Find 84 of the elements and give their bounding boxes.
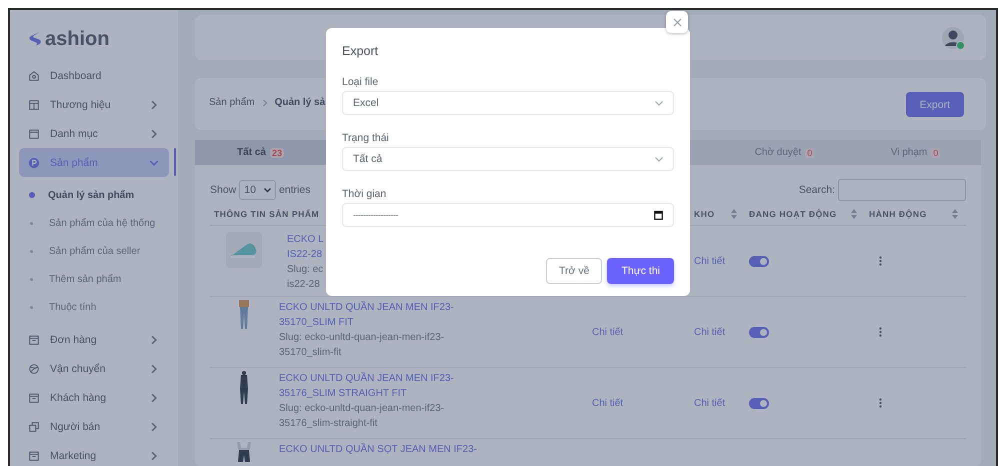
product-photo (238, 300, 250, 330)
detail-link[interactable]: Chi tiết (588, 326, 624, 338)
product-title[interactable]: ECKO UNLTD QUẦN JEAN MEN IF23- 35176_SLIM STRAIGHT FIT (279, 371, 454, 401)
user-avatar[interactable] (942, 26, 964, 48)
home-icon (28, 70, 40, 82)
back-button[interactable]: Trở về (546, 258, 602, 284)
search-label: Search: (798, 184, 835, 196)
product-title[interactable]: ECKO UNLTD QUẦN SỌT JEAN MEN IF23- (279, 442, 477, 457)
sort-icon[interactable] (851, 209, 857, 219)
filter-tab[interactable]: Vi phạm 0 (850, 140, 981, 165)
search-field[interactable] (838, 179, 966, 201)
submenu-item[interactable]: Thuộc tính (10, 293, 178, 321)
product-photo (239, 371, 249, 405)
detail-link[interactable]: Chi tiết (588, 398, 624, 408)
dialog-title: Export (342, 44, 380, 58)
page-size-select[interactable]: 10 (239, 180, 276, 200)
product-slug: Slug: ec is22-28 (287, 263, 324, 292)
column-header[interactable]: KHO (694, 209, 715, 219)
sidebar-item[interactable]: Người bán (19, 412, 169, 441)
logo-text: ashion (45, 28, 110, 51)
entries-label: entries (278, 184, 310, 196)
folder-icon (28, 128, 40, 140)
product-title[interactable]: ECKO UNLTD QUẦN JEAN MEN IF23- 35170_SLIM FIT (279, 300, 454, 330)
product-icon (28, 156, 40, 168)
sidebar-item[interactable]: Marketing (19, 441, 169, 466)
date-field[interactable]: ------------------ (342, 203, 674, 227)
field-label: Trạng thái (342, 132, 390, 144)
submenu-item[interactable]: Sản phẩm của hệ thống (10, 209, 178, 237)
submenu-item[interactable]: Quản lý sản phẩm (10, 181, 178, 209)
product-title[interactable]: ECKO L IS22-28 (287, 232, 324, 262)
active-toggle[interactable] (749, 256, 769, 266)
product-slug: Slug: ecko-unltd-quan-jean-men-if23- 35176_slim-straight-fit (279, 402, 446, 431)
more-icon[interactable] (879, 398, 882, 408)
sort-icon[interactable] (952, 209, 958, 219)
archive-icon (28, 450, 40, 462)
archive-icon (28, 392, 40, 404)
more-icon[interactable] (879, 256, 882, 266)
archive-icon (28, 334, 40, 346)
select-field[interactable]: Excel (342, 91, 674, 115)
close-button[interactable] (666, 11, 688, 33)
select-field[interactable]: Tất cả (342, 147, 674, 171)
stock-link[interactable]: Chi tiết (690, 398, 726, 408)
count-badge: 0 (931, 148, 940, 158)
sidebar-item[interactable]: Sản phẩm (19, 148, 169, 177)
stock-link[interactable]: Chi tiết (690, 326, 726, 338)
product-photo (236, 442, 252, 464)
sidebar-item[interactable]: Đơn hàng (19, 325, 169, 354)
active-toggle[interactable] (749, 398, 769, 408)
calendar-icon[interactable] (654, 210, 663, 220)
globe-icon (28, 362, 40, 374)
export-button[interactable]: Export (906, 92, 964, 117)
show-label: Show (210, 184, 236, 196)
sidebar-item[interactable]: Thương hiệu (19, 90, 169, 119)
field-label: Loại file (342, 76, 380, 88)
column-header[interactable]: ĐANG HOẠT ĐỘNG (749, 209, 837, 219)
sidebar-item[interactable]: Khách hàng (19, 383, 169, 412)
more-icon[interactable] (879, 327, 882, 337)
filter-tab[interactable]: Tất cả 23 (195, 140, 326, 165)
breadcrumb-link[interactable]: Quản lý sả (274, 97, 326, 108)
execute-button[interactable]: Thực thi (607, 258, 674, 284)
chevron-icon (655, 156, 663, 162)
field-label: Thời gian (342, 188, 388, 200)
product-slug: Slug: ecko-unltd-quan-jean-men-if23- 35170_slim-fit (279, 331, 446, 360)
sidebar-item[interactable]: Vận chuyển (19, 354, 169, 383)
count-badge: 0 (805, 148, 814, 158)
chevron-icon (655, 100, 663, 106)
submenu-item[interactable]: Thêm sản phẩm (10, 265, 178, 293)
count-badge: 23 (270, 148, 284, 158)
filter-tab[interactable]: Chờ duyệt 0 (719, 140, 850, 165)
sort-icon[interactable] (731, 209, 737, 219)
layout-icon (28, 98, 40, 110)
caret-icon (264, 188, 271, 192)
sidebar-item[interactable]: Danh mục (19, 119, 169, 148)
product-photo (226, 232, 262, 268)
close-icon (672, 18, 682, 26)
submenu-item[interactable]: Sản phẩm của seller (10, 237, 178, 265)
stock-link[interactable]: Chi tiết (690, 256, 726, 266)
breadcrumb-link[interactable]: Sản phẩm (209, 97, 255, 108)
column-header[interactable]: HÀNH ĐỘNG (869, 209, 927, 219)
active-toggle[interactable] (749, 326, 769, 338)
column-header[interactable]: THÔNG TIN SẢN PHẨM (214, 209, 320, 219)
sidebar-item[interactable]: Dashboard (19, 61, 169, 90)
copy-icon (28, 420, 40, 432)
chevron-icon (262, 98, 268, 106)
